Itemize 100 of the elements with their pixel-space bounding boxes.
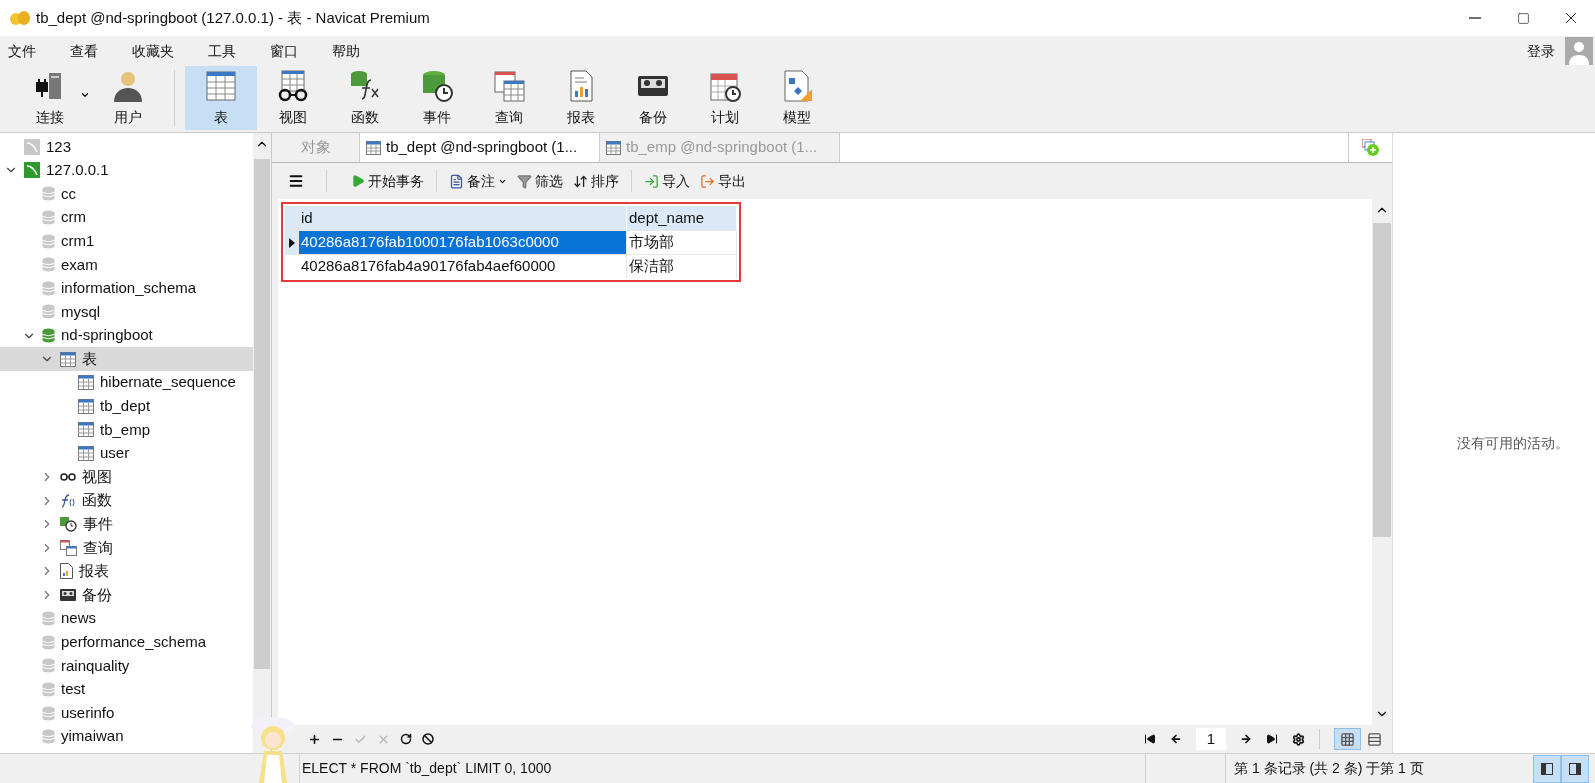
- column-header[interactable]: dept_name: [627, 206, 737, 230]
- data-toolbar-button[interactable]: 备注: [447, 170, 509, 192]
- table-cell[interactable]: 40286a8176fab4a90176fab4aef60000: [299, 255, 627, 278]
- tree-item[interactable]: 报表: [0, 559, 253, 584]
- grid-icon: [1340, 731, 1355, 747]
- filter-icon: [517, 173, 532, 189]
- previous-page-icon[interactable]: [1170, 733, 1182, 745]
- check-icon[interactable]: [354, 732, 367, 746]
- tree-item-label: tb_emp: [100, 419, 151, 440]
- database-icon: [42, 233, 55, 249]
- stop-icon[interactable]: [422, 733, 434, 745]
- toolbar-button[interactable]: 事件: [401, 66, 473, 130]
- menu-item[interactable]: 收藏夹: [124, 40, 182, 62]
- table-icon: [78, 375, 94, 391]
- tree-item[interactable]: 备份: [0, 583, 253, 607]
- tree-item[interactable]: cc: [0, 182, 253, 206]
- menu-item[interactable]: 帮助: [324, 40, 368, 62]
- tree-item[interactable]: 视图: [0, 465, 253, 489]
- toolbar-button[interactable]: 用户: [92, 66, 164, 130]
- export-icon: [700, 173, 715, 189]
- tree-item-label: performance_schema: [61, 632, 207, 652]
- tree-item[interactable]: tb_emp: [0, 418, 253, 442]
- tree-item[interactable]: nd-springboot: [0, 323, 253, 348]
- tree-item-label: user: [100, 443, 130, 464]
- menu-icon[interactable]: [288, 173, 304, 189]
- tree-item[interactable]: 查询: [0, 536, 253, 560]
- tree-item[interactable]: 123: [0, 135, 253, 159]
- right-panel-button[interactable]: [1561, 754, 1589, 783]
- toolbar-button[interactable]: 模型: [761, 66, 833, 130]
- next-page-icon[interactable]: [1240, 733, 1252, 745]
- tree-item[interactable]: mysql: [0, 300, 253, 324]
- tree-item[interactable]: crm: [0, 205, 253, 230]
- sort-icon: [573, 173, 588, 189]
- data-toolbar-button[interactable]: 筛选: [515, 170, 565, 192]
- data-toolbar-button[interactable]: 排序: [571, 170, 621, 192]
- table-cell[interactable]: 市场部: [627, 231, 737, 254]
- tree-item-label: tb_dept: [100, 396, 151, 417]
- no-activity-message: 没有可用的活动。: [1457, 433, 1569, 453]
- page-number-field[interactable]: 1: [1196, 728, 1226, 750]
- toolbar-button[interactable]: 函数: [329, 66, 401, 130]
- add-icon[interactable]: [308, 732, 321, 746]
- refresh-icon[interactable]: [400, 733, 412, 745]
- data-toolbar-button[interactable]: 导入: [642, 170, 692, 192]
- tree-item[interactable]: exam: [0, 252, 253, 277]
- database-icon: [42, 611, 55, 627]
- toolbar-button[interactable]: 连接: [8, 66, 92, 130]
- document-icon: [449, 173, 464, 189]
- report-icon: [60, 563, 73, 580]
- tree-item[interactable]: 127.0.0.1: [0, 158, 253, 183]
- tree-item[interactable]: news: [0, 606, 253, 631]
- database-icon: [42, 705, 55, 721]
- last-page-icon[interactable]: [1266, 733, 1278, 745]
- left-panel-button[interactable]: [1533, 754, 1561, 783]
- toolbar-button[interactable]: 备份: [617, 66, 689, 130]
- tree-item[interactable]: yimaiwan: [0, 724, 253, 749]
- tree-item[interactable]: 表: [0, 347, 253, 371]
- tree-item-label: 表: [82, 348, 97, 369]
- import-icon: [644, 173, 659, 189]
- toolbar-button[interactable]: 表: [185, 66, 257, 130]
- data-toolbar-button[interactable]: 导出: [698, 170, 748, 192]
- tree-item[interactable]: 函数: [0, 488, 253, 513]
- table-icon: [60, 351, 76, 367]
- login-link[interactable]: 登录: [1527, 40, 1555, 62]
- tree-item[interactable]: user: [0, 441, 253, 466]
- table-cell[interactable]: 保洁部: [627, 255, 737, 278]
- tree-item-label: 视图: [82, 466, 112, 487]
- tree-item[interactable]: crm1: [0, 229, 253, 253]
- tree-item[interactable]: 事件: [0, 512, 253, 537]
- menu-item[interactable]: 工具: [200, 40, 244, 62]
- tree-item-label: news: [61, 608, 97, 629]
- tree-item[interactable]: performance_schema: [0, 630, 253, 655]
- settings-icon[interactable]: [1292, 732, 1305, 746]
- first-page-icon[interactable]: [1144, 733, 1156, 745]
- grid-view-button[interactable]: [1334, 728, 1361, 750]
- menu-item[interactable]: 查看: [62, 40, 106, 62]
- tree-item[interactable]: test: [0, 677, 253, 702]
- toolbar-button[interactable]: 查询: [473, 66, 545, 130]
- column-header[interactable]: id: [299, 206, 627, 230]
- scrollbar[interactable]: [253, 133, 271, 753]
- tree-item-label: information_schema: [61, 278, 197, 299]
- data-toolbar-button[interactable]: 开始事务: [349, 170, 426, 192]
- tree-item[interactable]: hibernate_sequence: [0, 370, 253, 395]
- toolbar-button[interactable]: 视图: [257, 66, 329, 130]
- tree-item[interactable]: userinfo: [0, 701, 253, 725]
- toolbar-button[interactable]: 报表: [545, 66, 617, 130]
- table-cell[interactable]: 40286a8176fab1000176fab1063c0000: [299, 231, 627, 254]
- tree-item[interactable]: rainquality: [0, 654, 253, 678]
- current-row-icon: [289, 237, 295, 248]
- tree-item-label: 事件: [83, 514, 113, 535]
- new-table-plus-icon[interactable]: [1361, 138, 1380, 157]
- tree-item[interactable]: information_schema: [0, 276, 253, 301]
- query-tables-icon: [60, 539, 77, 556]
- dropdown-caret-icon[interactable]: [80, 90, 90, 100]
- menu-item[interactable]: 文件: [0, 40, 44, 62]
- table-icon: [78, 446, 94, 461]
- tree-item-label: crm1: [61, 230, 95, 251]
- menu-item[interactable]: 窗口: [262, 40, 306, 62]
- toolbar-button[interactable]: 计划: [689, 66, 761, 130]
- tree-item[interactable]: tb_dept: [0, 394, 253, 419]
- tree-item-label: rainquality: [61, 655, 130, 676]
